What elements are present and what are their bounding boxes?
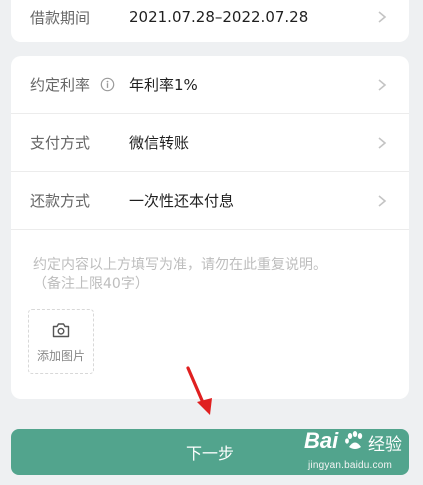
chevron-right-icon [378, 194, 387, 207]
interest-rate-label: 约定利率 [30, 74, 115, 95]
chevron-right-icon [378, 11, 387, 23]
chevron-right-icon [378, 136, 387, 149]
repayment-method-value: 一次性还本付息 [129, 192, 235, 210]
info-icon[interactable] [100, 77, 115, 92]
notes-placeholder-line2: （备注上限40字） [33, 276, 149, 292]
loan-period-label: 借款期间 [30, 8, 91, 27]
chevron-right-icon [378, 78, 387, 91]
repayment-method-label: 还款方式 [30, 192, 91, 210]
payment-method-value: 微信转账 [129, 134, 190, 152]
payment-method-row[interactable]: 支付方式 微信转账 [11, 114, 409, 172]
camera-icon [52, 322, 70, 337]
next-step-button[interactable]: 下一步 [11, 429, 409, 475]
terms-card: 约定利率 年利率1% 支付方式 微信转账 还款方式 一次性还本付息 约定内容以上… [11, 56, 409, 399]
loan-period-value: 2021.07.28–2022.07.28 [129, 8, 309, 26]
loan-period-row[interactable]: 借款期间 2021.07.28–2022.07.28 [11, 0, 409, 46]
notes-input[interactable]: 约定内容以上方填写为准，请勿在此重复说明。 （备注上限40字） [33, 256, 373, 294]
next-step-label: 下一步 [185, 446, 234, 463]
red-arrow-annotation [186, 366, 212, 415]
payment-method-label: 支付方式 [30, 134, 91, 152]
add-photo-button[interactable]: 添加图片 [28, 309, 94, 374]
loan-period-card: 借款期间 2021.07.28–2022.07.28 [11, 0, 409, 42]
notes-placeholder-line1: 约定内容以上方填写为准，请勿在此重复说明。 [33, 257, 327, 273]
add-photo-label: 添加图片 [36, 348, 85, 363]
interest-rate-row[interactable]: 约定利率 年利率1% [11, 56, 409, 114]
repayment-method-row[interactable]: 还款方式 一次性还本付息 [11, 172, 409, 230]
interest-rate-value: 年利率1% [129, 76, 198, 94]
